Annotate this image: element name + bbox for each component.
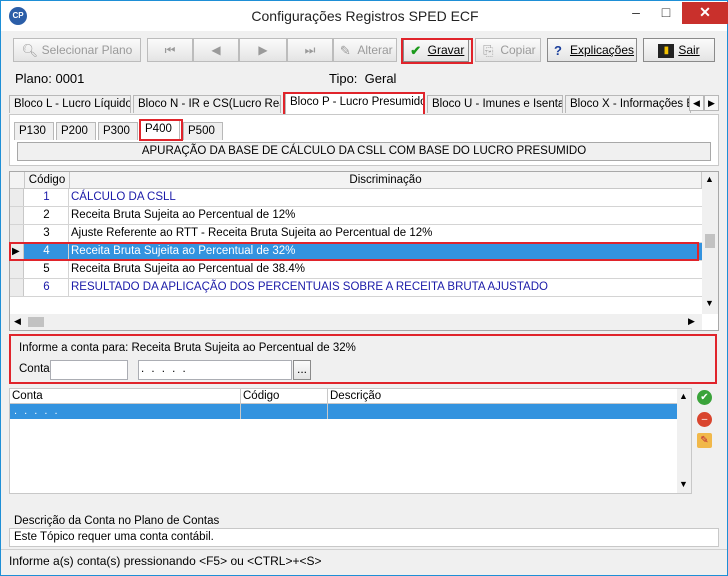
footer-message: Este Tópico requer uma conta contábil. bbox=[14, 531, 214, 543]
edit-icon: ✎ bbox=[339, 42, 351, 58]
scroll-thumb[interactable] bbox=[705, 234, 715, 248]
bloco-p-highlight bbox=[283, 92, 425, 116]
section-title: APURAÇÃO DA BASE DE CÁLCULO DA CSLL COM … bbox=[17, 142, 711, 161]
tabs-scroll-left-icon[interactable]: ◀ bbox=[689, 95, 704, 111]
title-bar: CP Configurações Registros SPED ECF – □ … bbox=[1, 1, 728, 31]
table-row[interactable]: 3 Ajuste Referente ao RTT - Receita Brut… bbox=[10, 225, 702, 243]
tab-p500[interactable]: P500 bbox=[183, 122, 223, 140]
copy-icon: ⎘ bbox=[483, 42, 494, 58]
next-icon: ▶ bbox=[258, 43, 268, 57]
selected-row-highlight bbox=[9, 242, 699, 261]
copiar-button[interactable]: ⎘ Copiar bbox=[475, 38, 541, 62]
grid-horizontal-scrollbar[interactable]: ◀ ▶ bbox=[10, 314, 702, 330]
tab-bloco-x[interactable]: Bloco X - Informações E bbox=[565, 95, 691, 113]
tab-bloco-l[interactable]: Bloco L - Lucro Líquido bbox=[9, 95, 131, 113]
gravar-highlight bbox=[401, 38, 473, 64]
grid-vertical-scrollbar[interactable]: ▲ ▼ bbox=[702, 172, 718, 314]
column-header-descricao[interactable]: Descrição bbox=[328, 389, 677, 404]
tab-bloco-n[interactable]: Bloco N - IR e CS(Lucro Real) bbox=[133, 95, 281, 113]
hscroll-thumb[interactable] bbox=[28, 317, 44, 327]
scroll-down-icon[interactable]: ▼ bbox=[705, 298, 714, 308]
delete-icon[interactable]: – bbox=[697, 412, 712, 427]
explicacoes-button[interactable]: ? Explicações bbox=[547, 38, 637, 62]
column-header-codigo-reduzido[interactable]: Código Reduzido bbox=[241, 389, 328, 416]
close-button[interactable]: ✕ bbox=[682, 2, 728, 24]
scroll-down-icon[interactable]: ▼ bbox=[679, 479, 688, 489]
search-icon: 🔍︎ bbox=[21, 42, 39, 58]
footer-message-box: Este Tópico requer uma conta contábil. bbox=[9, 528, 719, 547]
column-header-discriminacao[interactable]: Discriminação bbox=[70, 172, 702, 189]
exit-door-icon: ▮ bbox=[658, 43, 675, 58]
alterar-button[interactable]: ✎ Alterar bbox=[333, 38, 397, 62]
contas-grid: Conta Código Reduzido Descrição . . . . … bbox=[9, 388, 692, 494]
last-icon: ⏭ bbox=[304, 43, 316, 57]
column-header-codigo[interactable]: Código bbox=[25, 172, 70, 189]
tab-p130[interactable]: P130 bbox=[14, 122, 54, 140]
window-title: Configurações Registros SPED ECF bbox=[251, 8, 479, 24]
table-row[interactable]: 1 CÁLCULO DA CSLL bbox=[10, 189, 702, 207]
toolbar: 🔍︎ Selecionar Plano ⏮ ◀ ▶ ⏭ ✎ Alterar ✔ Gra… bbox=[9, 38, 719, 66]
scroll-right-icon[interactable]: ▶ bbox=[688, 316, 695, 327]
maximize-button[interactable]: □ bbox=[652, 2, 680, 24]
minimize-button[interactable]: – bbox=[622, 2, 650, 24]
confirm-icon[interactable]: ✔ bbox=[697, 390, 712, 405]
table-row[interactable]: 5 Receita Bruta Sujeita ao Percentual de… bbox=[10, 261, 702, 279]
table-row[interactable]: 6 RESULTADO DA APLICAÇÃO DOS PERCENTUAIS… bbox=[10, 279, 702, 297]
tabs-scroll-right-icon[interactable]: ▶ bbox=[704, 95, 719, 111]
table-row-selected[interactable]: . . . . . bbox=[10, 404, 677, 419]
plano-label: Plano: 0001 bbox=[15, 71, 85, 86]
tab-p300[interactable]: P300 bbox=[98, 122, 138, 140]
tipo-label: Tipo: Geral bbox=[329, 71, 397, 86]
help-icon: ? bbox=[554, 42, 562, 58]
descricao-conta-label: Descrição da Conta no Plano de Contas bbox=[14, 515, 220, 527]
selecionar-plano-button[interactable]: 🔍︎ Selecionar Plano bbox=[13, 38, 141, 62]
next-record-button[interactable]: ▶ bbox=[239, 38, 287, 62]
column-header-conta[interactable]: Conta bbox=[10, 389, 241, 404]
prev-record-button[interactable]: ◀ bbox=[193, 38, 239, 62]
first-icon: ⏮ bbox=[164, 43, 176, 57]
prev-icon: ◀ bbox=[211, 43, 221, 57]
grid-corner bbox=[10, 172, 25, 189]
sair-button[interactable]: ▮ Sair bbox=[643, 38, 715, 62]
tab-p200[interactable]: P200 bbox=[56, 122, 96, 140]
p400-highlight bbox=[139, 119, 183, 141]
eraser-icon[interactable]: ✎ bbox=[697, 433, 712, 448]
first-record-button[interactable]: ⏮ bbox=[147, 38, 193, 62]
last-record-button[interactable]: ⏭ bbox=[287, 38, 333, 62]
contas-vertical-scrollbar[interactable]: ▲ ▼ bbox=[677, 389, 691, 493]
table-row[interactable]: 2 Receita Bruta Sujeita ao Percentual de… bbox=[10, 207, 702, 225]
tab-bloco-u[interactable]: Bloco U - Imunes e Isentas bbox=[427, 95, 563, 113]
status-bar: Informe a(s) conta(s) pressionando <F5> … bbox=[1, 549, 727, 573]
scroll-up-icon[interactable]: ▲ bbox=[679, 391, 688, 401]
conta-form-highlight bbox=[9, 334, 717, 384]
scroll-left-icon[interactable]: ◀ bbox=[14, 316, 21, 327]
scroll-up-icon[interactable]: ▲ bbox=[705, 174, 714, 184]
